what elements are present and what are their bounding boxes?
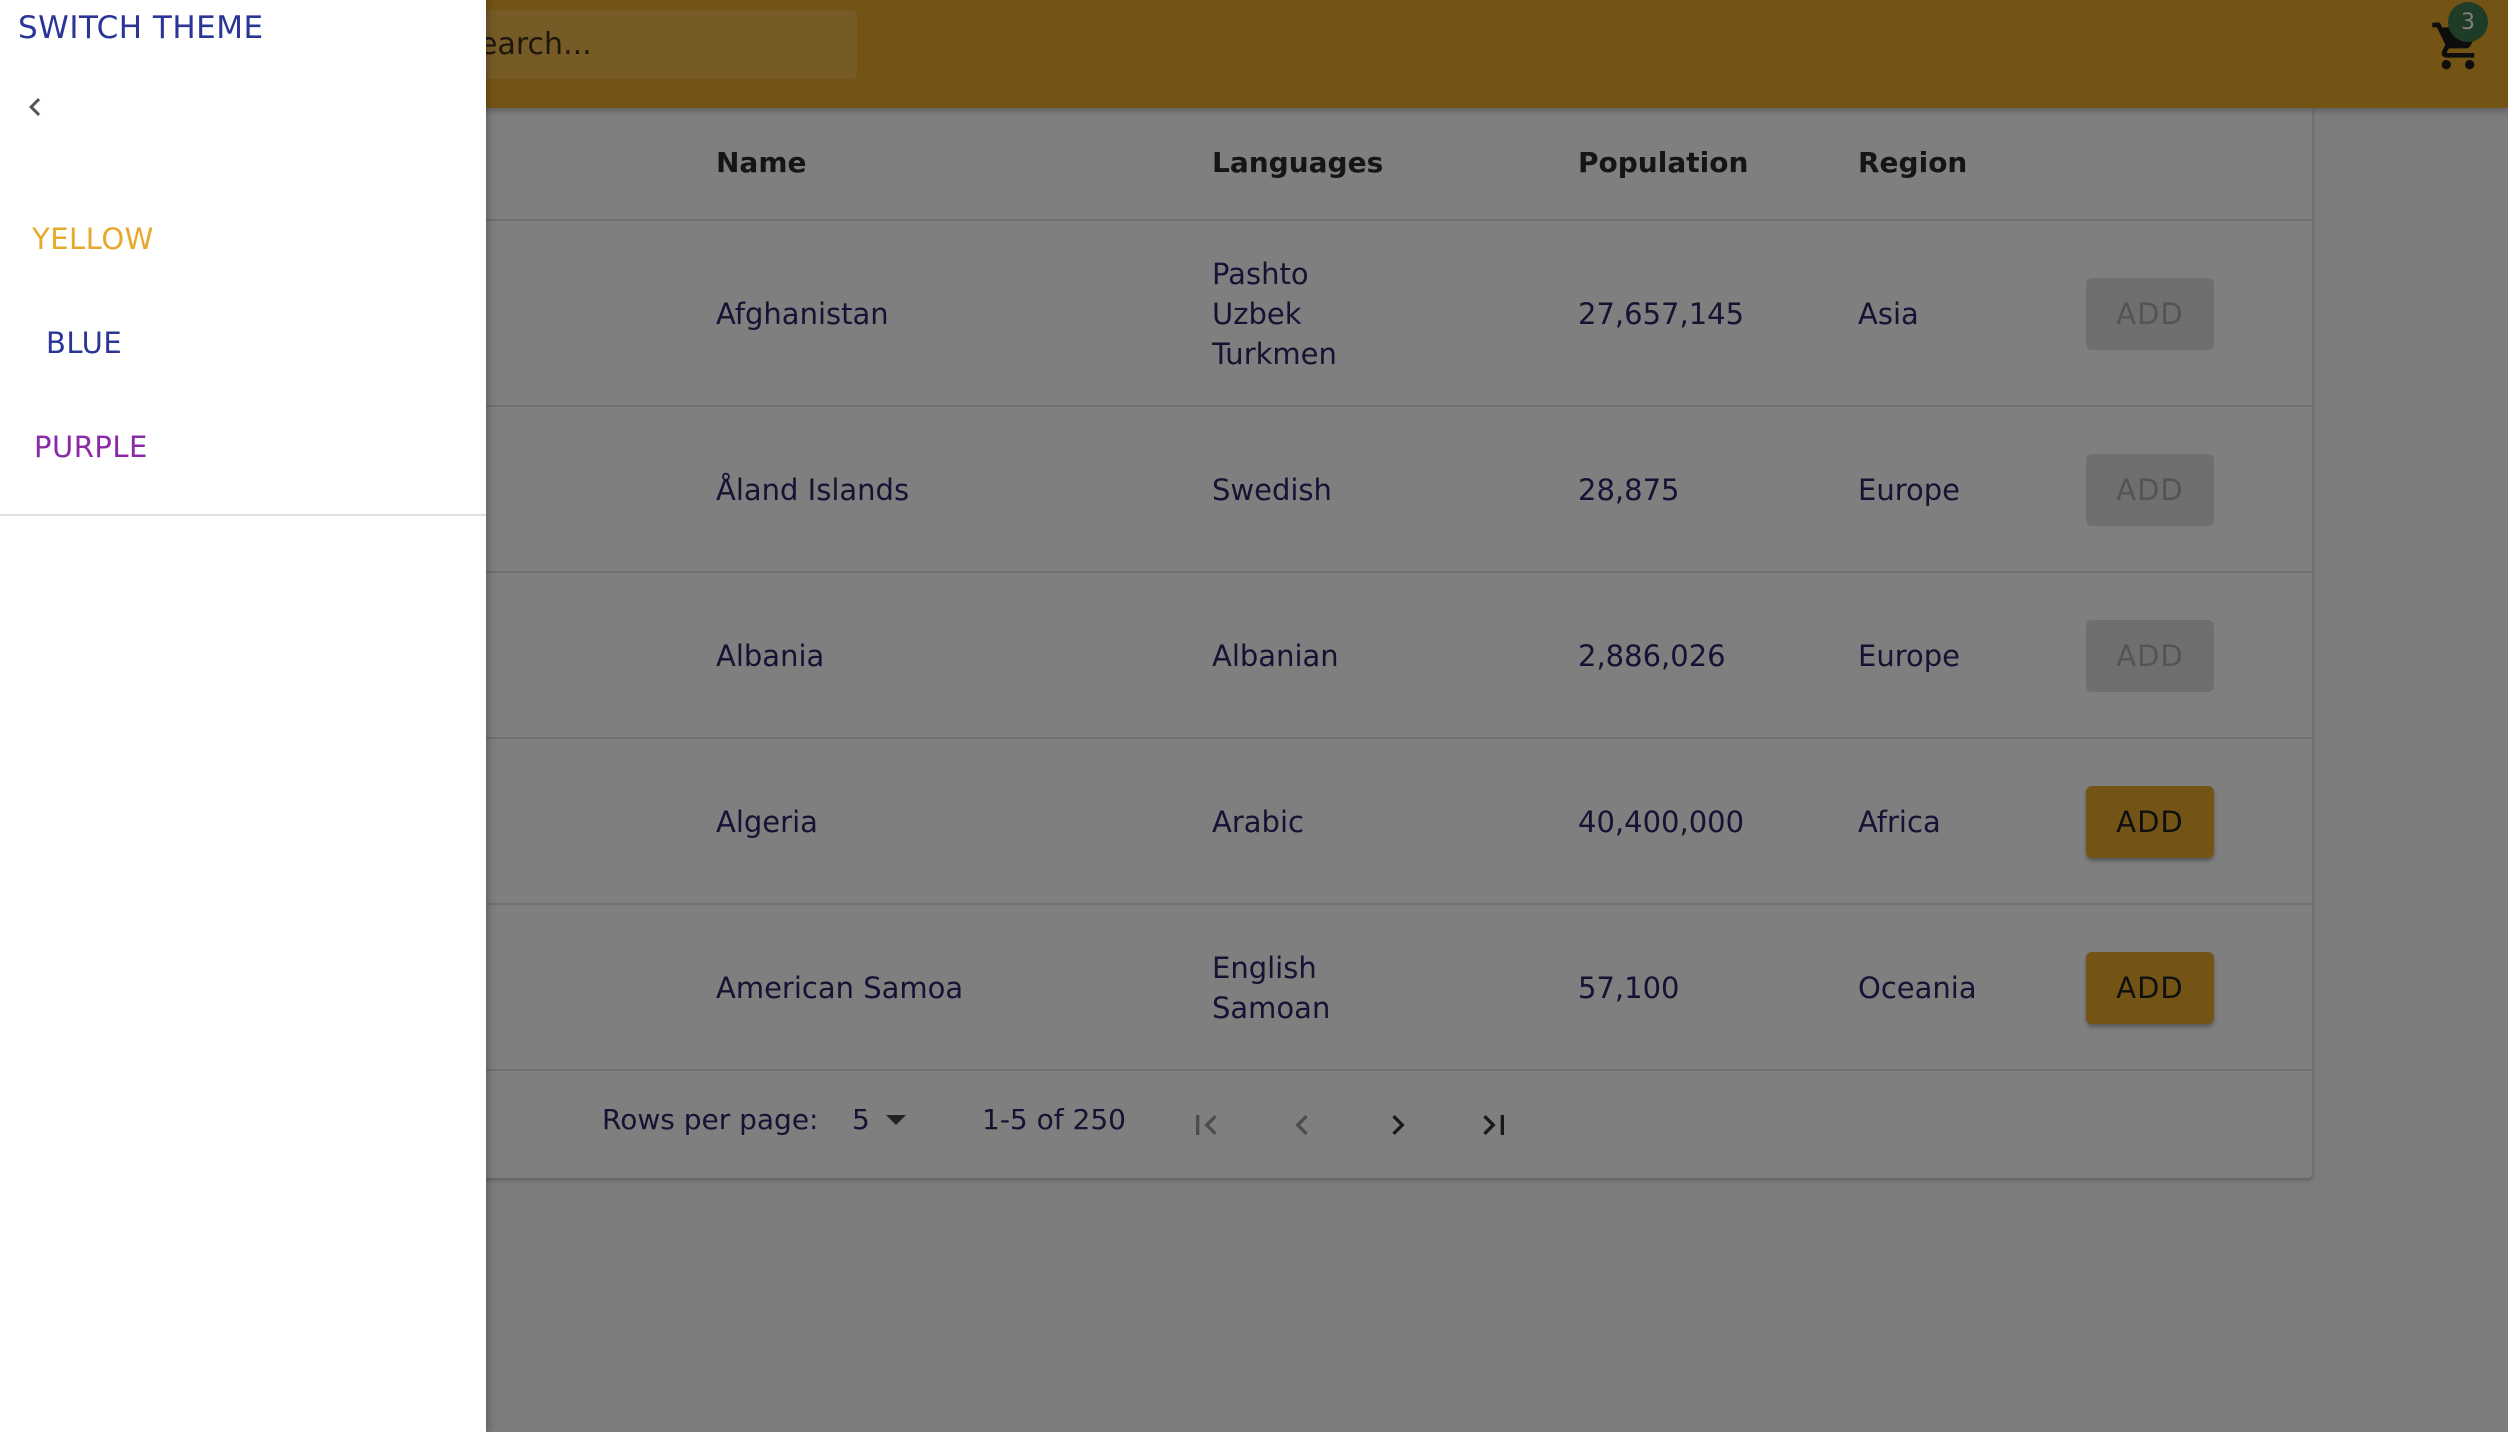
theme-drawer: SWITCH THEME YELLOW BLUE PURPLE (0, 0, 486, 1432)
theme-option-yellow[interactable]: YELLOW (32, 222, 154, 256)
drawer-divider (0, 514, 486, 516)
drawer-title: SWITCH THEME (18, 10, 264, 46)
chevron-left-icon (29, 98, 41, 116)
theme-option-blue[interactable]: BLUE (46, 326, 122, 360)
theme-option-purple[interactable]: PURPLE (34, 430, 148, 464)
close-drawer-button[interactable] (14, 86, 56, 128)
